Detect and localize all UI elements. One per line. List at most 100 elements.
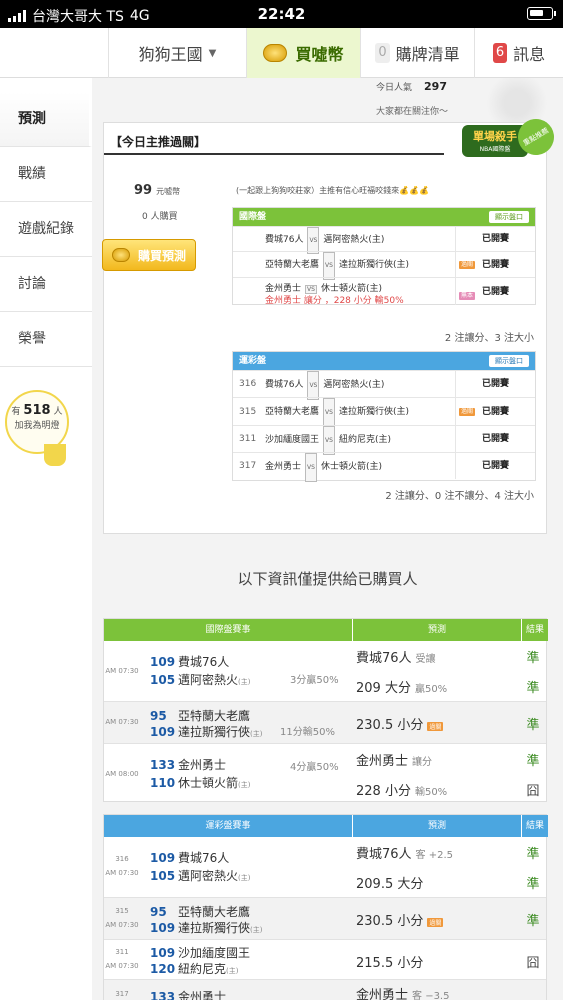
sidebar: 預測 戰績 遊戲紀錄 討論 榮譽 有 518 人 加我為明燈 xyxy=(0,78,92,1000)
sidebar-item-game-log[interactable]: 遊戲紀錄 xyxy=(0,202,92,257)
buyers: 0 人購買 xyxy=(142,209,178,222)
team-1: 133 金州勇士 xyxy=(150,756,226,773)
messages-button[interactable]: 6 訊息 xyxy=(474,28,563,78)
show-odds-button[interactable]: 顯示盤口 xyxy=(489,355,529,367)
team-2: 109 達拉斯獨行俠(主) xyxy=(150,723,262,740)
parlay-tag: 過關 xyxy=(427,722,444,731)
pick: 209 大分 xyxy=(356,681,411,696)
game-time: AM 07:30 xyxy=(105,962,139,970)
result: 囧 xyxy=(526,784,540,799)
pick-1: 費城76人 受讓 xyxy=(356,647,436,666)
pick-2: 209.5 大分 xyxy=(356,877,424,892)
game-no: 315 xyxy=(239,407,257,417)
result-note: 3分贏50% xyxy=(290,675,339,686)
score: 109 xyxy=(150,725,176,739)
pick: 金州勇士 xyxy=(356,988,409,1000)
buy-prediction-button[interactable]: 購買預測 xyxy=(102,239,196,271)
today-title: 【今日主推過關】 xyxy=(110,135,207,149)
team-1: 109 費城76人 xyxy=(150,849,229,866)
cart-button[interactable]: 0 購牌清單 xyxy=(360,28,474,78)
price: 99 元噓幣 xyxy=(134,183,180,198)
pick-1: 230.5 小分 過關 xyxy=(356,910,444,929)
game-no: 317 xyxy=(239,461,257,471)
teams: 沙加緬度國王 VS 紐約尼克(主) xyxy=(265,426,391,455)
table-row: 315 AM 07:30 95 亞特蘭大老鷹 109 達拉斯獨行俠(主) 230.5… xyxy=(104,897,546,939)
pick-sub: 讓分 xyxy=(412,757,433,768)
game-no: 315 xyxy=(115,907,129,915)
away-team: 邁阿密熱火(主) xyxy=(323,380,385,390)
sidebar-item-discussion[interactable]: 討論 xyxy=(0,257,92,312)
intl-detail-h2: 預測 xyxy=(353,619,521,641)
coin-icon xyxy=(111,248,130,262)
pick-sub: 輸50% xyxy=(414,787,448,798)
vs-icon: VS xyxy=(323,398,335,428)
table-row: AM 07:30 109 費城76人 105 邁阿密熱火(主) 3分贏50% 費城7… xyxy=(104,641,546,701)
team-1: 95 亞特蘭大老鷹 xyxy=(150,707,250,724)
buy-coins-button[interactable]: 買噓幣 xyxy=(246,28,360,78)
status: 已開賽 xyxy=(455,252,535,277)
intl-header-label: 國際盤 xyxy=(239,212,267,222)
team-name: 紐約尼克 xyxy=(178,962,227,976)
lottery-summary: 2 注讓分、0 注不讓分、4 注大小 xyxy=(385,491,534,502)
status: 已開賽 xyxy=(455,371,535,397)
team-name: 休士頓火箭 xyxy=(178,776,239,790)
away-team: 紐約尼克(主) xyxy=(338,435,391,445)
team-2: 110 休士頓火箭(主) xyxy=(150,774,250,791)
table-row: AM 08:00 133 金州勇士 110 休士頓火箭(主) 4分贏50% 金州勇士… xyxy=(104,743,546,803)
pick-sub: 客 −3.5 xyxy=(412,991,450,1000)
team-name: 沙加緬度國王 xyxy=(178,946,251,960)
result: 準 xyxy=(526,847,540,862)
sidebar-item-record[interactable]: 戰績 xyxy=(0,147,92,202)
table-row: 金州勇士 VS 休士頓火箭(主) 金州勇士 讓分 ，228 小分 輸50% 無本 已開賽 xyxy=(233,277,535,306)
lottery-header-label: 運彩盤 xyxy=(239,356,267,366)
intl-summary: 2 注讓分、3 注大小 xyxy=(444,333,534,344)
pick-2: 228 小分 輸50% xyxy=(356,780,447,799)
game-no: 316 xyxy=(239,379,257,389)
home-mark: (主) xyxy=(226,967,239,975)
pick-sub: 贏50% xyxy=(414,684,448,695)
result-note: 11分輸50% xyxy=(280,727,335,738)
score: 110 xyxy=(150,776,176,790)
team-2: 109 達拉斯獨行俠(主) xyxy=(150,919,262,936)
info-title: 以下資訊僅提供給已購買人 xyxy=(237,570,418,588)
away-team: 休士頓火箭(主) xyxy=(320,462,382,472)
teams: 亞特蘭大老鷹 VS 達拉斯獨行俠(主) xyxy=(265,398,409,428)
clock: 22:42 xyxy=(257,5,306,23)
game-no: 316 xyxy=(115,855,129,863)
team-name: 費城76人 xyxy=(178,851,230,865)
sidebar-item-honor[interactable]: 榮譽 xyxy=(0,312,92,367)
main-area: 今日人氣 297 大家都在關注你～ 【今日主推過關】 單場殺手 NBA國際盤 重點推… xyxy=(92,78,563,1000)
sidebar-item-predict[interactable]: 預測 xyxy=(0,92,92,147)
score: 95 xyxy=(150,905,167,919)
show-odds-button[interactable]: 顯示盤口 xyxy=(489,211,529,223)
lottery-header: 運彩盤 顯示盤口 xyxy=(233,352,535,370)
team-name: 亞特蘭大老鷹 xyxy=(178,905,251,919)
battery-icon xyxy=(527,7,556,20)
vs-icon: VS xyxy=(323,426,335,455)
team-1: 109 費城76人 xyxy=(150,653,229,670)
result: 準 xyxy=(526,754,540,769)
message-count: 6 xyxy=(492,43,508,63)
pick-1: 費城76人客 +2.5 xyxy=(356,843,453,862)
score: 105 xyxy=(150,673,176,687)
coin-icon xyxy=(263,44,288,62)
table-row: 費城76人 VS 邁阿密熱火(主) 已開賽 xyxy=(233,226,535,254)
game-time: AM 07:30 xyxy=(105,667,139,675)
away-team: 達拉斯獨行俠(主) xyxy=(338,260,409,270)
pick-1: 215.5 小分 xyxy=(356,956,424,971)
intl-table: 國際盤 顯示盤口 費城76人 VS 邁阿密熱火(主) 已開賽 亞特蘭大老鷹 VS 達拉斯獨行… xyxy=(232,207,536,306)
pick: 金州勇士 xyxy=(356,754,409,769)
game-no: 317 xyxy=(115,990,129,998)
score: 109 xyxy=(150,921,176,935)
team-name: 亞特蘭大老鷹 xyxy=(178,709,251,723)
result: 準 xyxy=(526,718,540,733)
result: 準 xyxy=(526,877,540,892)
status-bar: 台灣大哥大 TS 4G 22:42 xyxy=(0,0,563,28)
pick-2: 209 大分 贏50% xyxy=(356,677,447,696)
home-team: 費城76人 xyxy=(265,380,304,390)
kingdom-dropdown[interactable]: 狗狗王國 ▼ xyxy=(108,28,246,78)
lottery-table: 運彩盤 顯示盤口 316 費城76人 VS 邁阿密熱火(主) 已開賽 315 亞特蘭大老鷹 V… xyxy=(232,351,536,482)
slogan: (一起跟上狗狗咬莊家）主推有信心旺福咬錢來💰💰💰 xyxy=(236,186,430,195)
dropdown-label: 狗狗王國 xyxy=(138,45,203,64)
table-row: 316 AM 07:30 109 費城76人 105 邁阿密熱火(主) 費城76人客… xyxy=(104,837,546,897)
